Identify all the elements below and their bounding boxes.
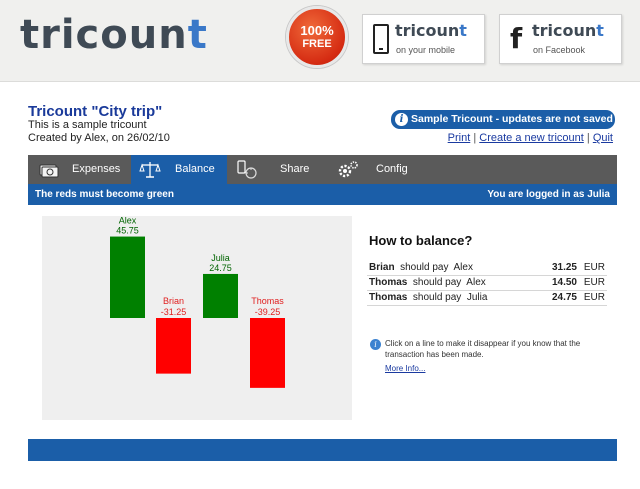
balance-chart: Alex 45.75 Brian -31.25 Julia 24.75 Thomas -39.… [42,216,352,420]
payer: Thomas [369,292,408,303]
promo-facebook-brand: tricount [532,21,604,40]
free-badge: 100% FREE [286,6,348,68]
bar-thomas [250,318,285,388]
badge-percent: 100% [300,23,334,38]
bar-brian [156,318,191,374]
payer: Thomas [369,277,408,288]
payer: Brian [369,261,395,273]
balance-table: Brian should pay Alex 31.25 EUR Thomas s… [367,260,607,306]
amount: 31.25 [531,260,579,276]
promo-mobile-sub: on your mobile [396,45,456,55]
tab-config-label: Config [376,163,408,175]
table-row[interactable]: Thomas should pay Julia 24.75 EUR [367,290,607,306]
info-icon: i [370,339,381,350]
status-message: The reds must become green [35,189,174,200]
trip-title: Tricount "City trip" [28,103,163,120]
tab-expenses[interactable]: Expenses [28,155,131,184]
bar-name-label: Julia [211,253,230,263]
bar-alex [110,236,145,318]
bar-value-label: 24.75 [209,263,232,273]
bar-value-label: -31.25 [161,307,187,317]
amount: 14.50 [531,275,579,291]
promo-facebook-sub: on Facebook [533,45,586,55]
tab-config[interactable]: Config [325,155,435,184]
trip-created: Created by Alex, on 26/02/10 [28,132,170,144]
badge-free: FREE [302,38,332,50]
how-to-balance-title: How to balance? [369,233,473,248]
site-header: tricount 100% FREE tricount on your mobi… [0,0,640,82]
table-row[interactable]: Thomas should pay Alex 14.50 EUR [367,275,607,291]
phone-icon [373,24,389,54]
bar-name-label: Brian [163,296,184,306]
status-bar: The reds must become green You are logge… [28,184,617,205]
currency: EUR [579,290,607,306]
bar-name-label: Thomas [251,296,284,306]
sample-notice: i Sample Tricount - updates are not save… [391,110,615,144]
quit-link[interactable]: Quit [593,132,613,144]
promo-mobile-button[interactable]: tricount on your mobile [362,14,485,64]
print-link[interactable]: Print [448,132,471,144]
bar-name-label: Alex [119,216,137,226]
tab-share-label: Share [280,163,310,175]
tab-balance[interactable]: Balance [131,155,227,184]
tab-expenses-label: Expenses [72,163,121,175]
footer-bar [28,439,617,461]
promo-facebook-button[interactable]: f tricount on Facebook [499,14,622,64]
payee: Alex [453,261,473,273]
logged-in-user: Julia [587,189,610,200]
bar-value-label: -39.25 [255,307,281,317]
tab-share[interactable]: Share [227,155,325,184]
currency: EUR [579,260,607,276]
money-icon [39,164,59,178]
promo-mobile-brand: tricount [395,21,467,40]
currency: EUR [579,275,607,291]
balance-chart-svg: Alex45.75 Brian-31.25 Julia24.75 Thomas-39.… [110,216,285,388]
bar-value-label: 45.75 [116,226,139,236]
top-links: Print | Create a new tricount | Quit [447,132,613,144]
tricount-logo[interactable]: tricount [20,12,208,58]
logged-in-info: You are logged in as Julia [487,189,610,200]
share-icon [237,160,257,179]
payee: Alex [466,277,486,288]
create-tricount-link[interactable]: Create a new tricount [479,132,584,144]
main-nav: Expenses Balance Share Config [28,155,617,184]
gear-icon [338,161,358,178]
hint-text: i Click on a line to make it disappear i… [370,338,610,360]
scales-icon [139,162,161,178]
bar-julia [203,273,238,318]
info-icon: i [395,113,408,126]
payee: Julia [466,292,488,303]
table-row[interactable]: Brian should pay Alex 31.25 EUR [367,260,607,276]
amount: 24.75 [531,290,579,306]
trip-description: This is a sample tricount [28,119,147,131]
more-info-link[interactable]: More Info... [385,364,425,373]
tab-balance-label: Balance [175,163,215,175]
facebook-icon: f [510,22,523,55]
